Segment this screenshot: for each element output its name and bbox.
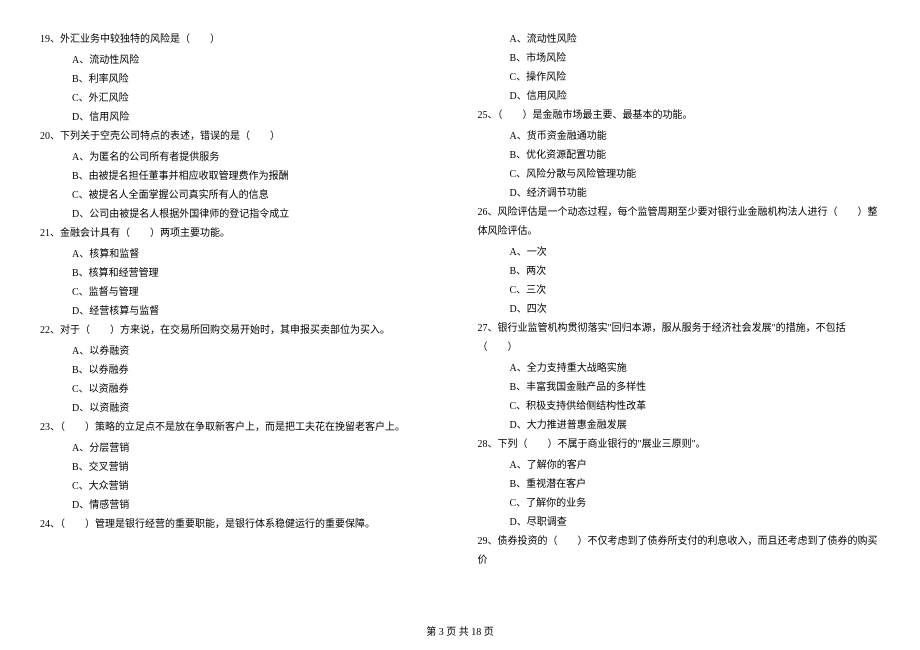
question-text: 19、外汇业务中较独特的风险是（ ） (40, 30, 443, 49)
option-text: A、流动性风险 (40, 51, 443, 70)
option-text: A、了解你的客户 (478, 456, 881, 475)
option-text: C、了解你的业务 (478, 494, 881, 513)
option-text: A、分层营销 (40, 439, 443, 458)
question-text: 29、债券投资的（ ）不仅考虑到了债券所支付的利息收入，而且还考虑到了债券的购买… (478, 532, 881, 570)
right-column: A、流动性风险B、市场风险C、操作风险D、信用风险25、（ ）是金融市场最主要、… (478, 30, 881, 610)
question-text: 28、下列（ ）不属于商业银行的"展业三原则"。 (478, 435, 881, 454)
option-text: D、公司由被提名人根据外国律师的登记指令成立 (40, 205, 443, 224)
option-text: C、被提名人全面掌握公司真实所有人的信息 (40, 186, 443, 205)
option-text: D、大力推进普惠金融发展 (478, 416, 881, 435)
option-text: C、大众营销 (40, 477, 443, 496)
option-text: D、尽职调查 (478, 513, 881, 532)
question-text: 20、下列关于空壳公司特点的表述，错误的是（ ） (40, 127, 443, 146)
option-text: B、优化资源配置功能 (478, 146, 881, 165)
document-columns: 19、外汇业务中较独特的风险是（ ）A、流动性风险B、利率风险C、外汇风险D、信… (40, 30, 880, 610)
option-text: B、丰富我国金融产品的多样性 (478, 378, 881, 397)
option-text: B、两次 (478, 262, 881, 281)
option-text: D、经营核算与监督 (40, 302, 443, 321)
option-text: C、以资融券 (40, 380, 443, 399)
option-text: B、交叉营销 (40, 458, 443, 477)
question-text: 21、金融会计具有（ ）两项主要功能。 (40, 224, 443, 243)
option-text: D、四次 (478, 300, 881, 319)
option-text: A、为匿名的公司所有者提供服务 (40, 148, 443, 167)
page-footer: 第 3 页 共 18 页 (0, 623, 920, 638)
question-text: 27、银行业监管机构贯彻落实"回归本源，服从服务于经济社会发展"的措施，不包括（… (478, 319, 881, 357)
option-text: D、以资融资 (40, 399, 443, 418)
question-text: 22、对于（ ）方来说，在交易所回购交易开始时，其申报买卖部位为买入。 (40, 321, 443, 340)
option-text: D、信用风险 (478, 87, 881, 106)
question-text: 23、（ ）策略的立足点不是放在争取新客户上，而是把工夫花在挽留老客户上。 (40, 418, 443, 437)
option-text: A、流动性风险 (478, 30, 881, 49)
option-text: C、监督与管理 (40, 283, 443, 302)
option-text: A、全力支持重大战略实施 (478, 359, 881, 378)
option-text: B、核算和经营管理 (40, 264, 443, 283)
option-text: A、核算和监督 (40, 245, 443, 264)
option-text: B、利率风险 (40, 70, 443, 89)
option-text: C、外汇风险 (40, 89, 443, 108)
option-text: B、重视潜在客户 (478, 475, 881, 494)
option-text: D、信用风险 (40, 108, 443, 127)
left-column: 19、外汇业务中较独特的风险是（ ） A、流动性风险B、利率风险C、外汇风险D、信… (40, 30, 443, 610)
option-text: C、积极支持供给侧结构性改革 (478, 397, 881, 416)
option-text: A、货币资金融通功能 (478, 127, 881, 146)
option-text: A、以券融资 (40, 342, 443, 361)
question-text: 25、（ ）是金融市场最主要、最基本的功能。 (478, 106, 881, 125)
option-text: C、三次 (478, 281, 881, 300)
option-text: B、由被提名担任董事并相应收取管理费作为报酬 (40, 167, 443, 186)
option-text: D、经济调节功能 (478, 184, 881, 203)
option-text: B、市场风险 (478, 49, 881, 68)
question-text: 24、（ ）管理是银行经营的重要职能，是银行体系稳健运行的重要保障。 (40, 515, 443, 534)
option-text: A、一次 (478, 243, 881, 262)
option-text: B、以券融券 (40, 361, 443, 380)
option-text: D、情感营销 (40, 496, 443, 515)
option-text: C、风险分散与风险管理功能 (478, 165, 881, 184)
question-text: 26、风险评估是一个动态过程，每个监管周期至少要对银行业金融机构法人进行（ ）整… (478, 203, 881, 241)
option-text: C、操作风险 (478, 68, 881, 87)
